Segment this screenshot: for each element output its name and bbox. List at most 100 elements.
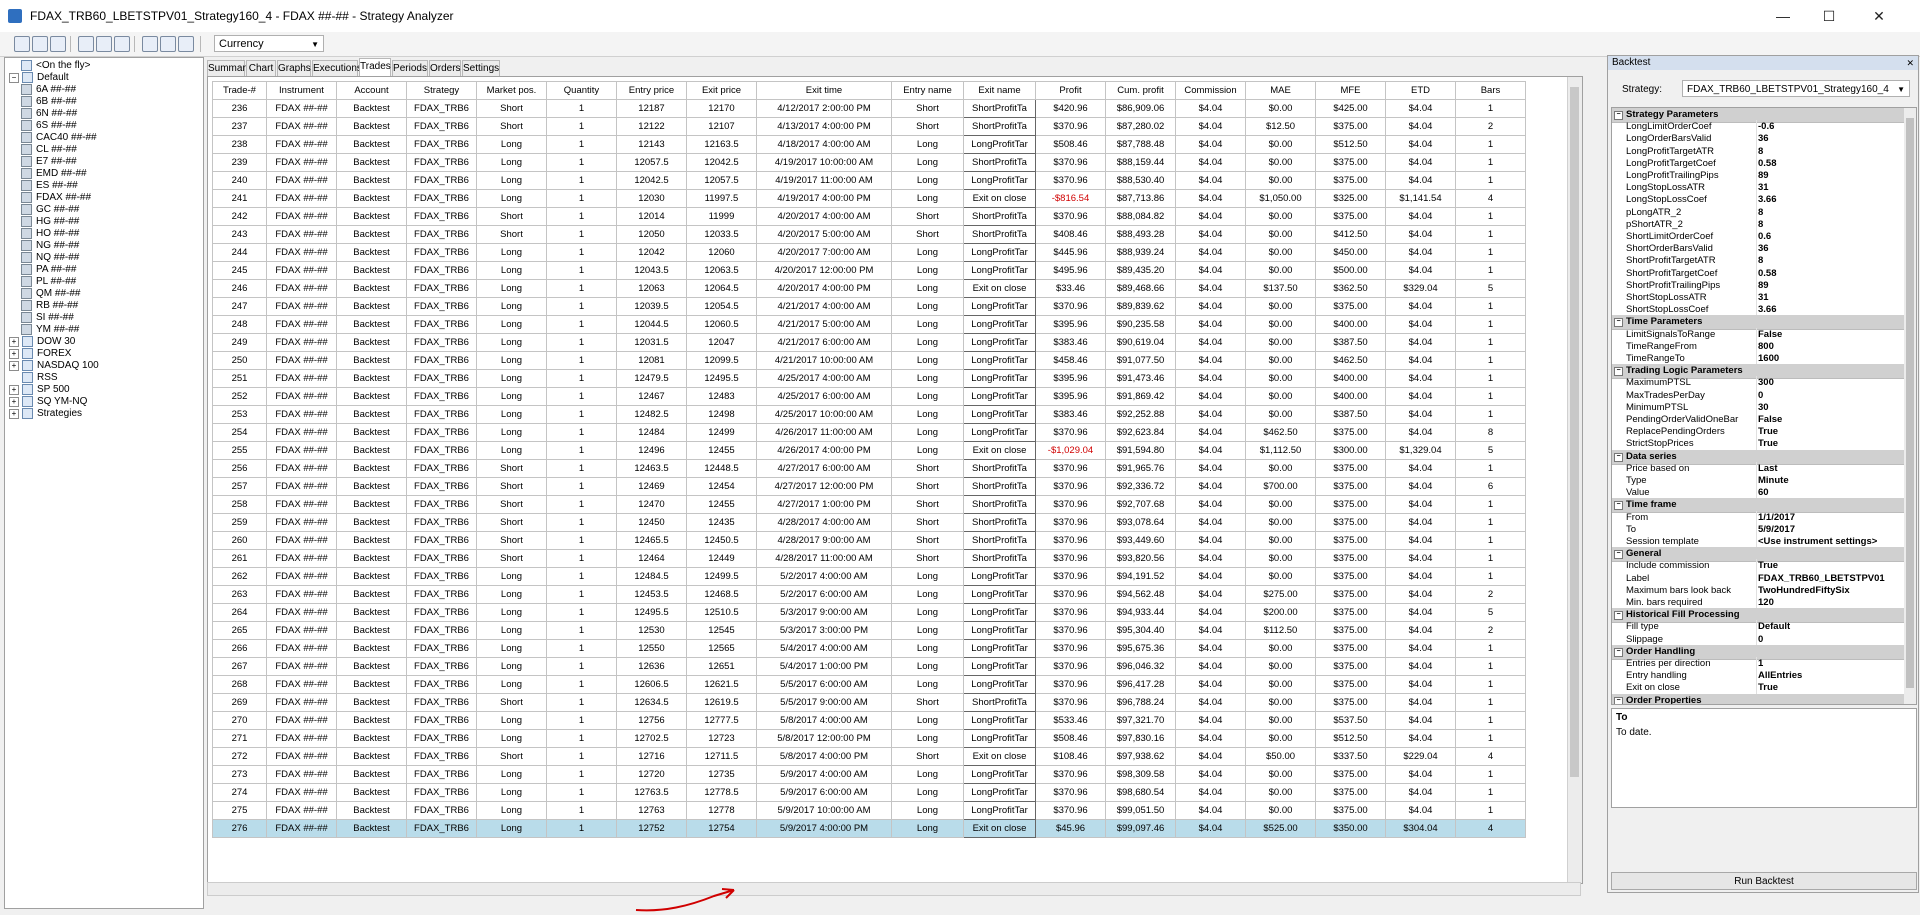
expand-icon[interactable]: + [9,360,19,371]
tree-item[interactable]: SI ##-## [21,312,74,324]
tree-item[interactable]: HO ##-## [21,228,79,240]
tree-item[interactable]: 6B ##-## [21,96,77,108]
tree-item[interactable]: YM ##-## [21,324,79,336]
table-row[interactable]: 262 FDAX ##-## Backtest FDAX_TRB6 Long 1 12484… [212,567,1526,586]
column-header[interactable]: Strategy [406,81,477,100]
tab-graphs[interactable]: Graphs [277,60,311,76]
optimize-icon[interactable] [96,36,112,52]
collapse-icon[interactable]: − [1614,452,1623,462]
table-row[interactable]: 265 FDAX ##-## Backtest FDAX_TRB6 Long 1 12530… [212,621,1526,640]
table-row[interactable]: 256 FDAX ##-## Backtest FDAX_TRB6 Short 1 1246… [212,459,1526,478]
tab-executions[interactable]: Executions [312,60,362,76]
table-row[interactable]: 270 FDAX ##-## Backtest FDAX_TRB6 Long 1 12756… [212,711,1526,730]
collapse-icon[interactable]: − [1614,611,1623,621]
column-header[interactable]: Entry price [616,81,687,100]
save-icon[interactable] [32,36,48,52]
table-row[interactable]: 252 FDAX ##-## Backtest FDAX_TRB6 Long 1 12467… [212,387,1526,406]
tree-item[interactable]: HG ##-## [21,216,79,228]
collapse-icon[interactable]: − [1614,550,1623,560]
tree-item[interactable]: + DOW 30 [9,336,75,348]
column-header[interactable]: ETD [1385,81,1456,100]
tree-item[interactable]: + Strategies [9,408,82,420]
tree-item[interactable]: QM ##-## [21,288,80,300]
refresh-icon[interactable] [160,36,176,52]
table-row[interactable]: 273 FDAX ##-## Backtest FDAX_TRB6 Long 1 12720… [212,765,1526,784]
table-row[interactable]: 261 FDAX ##-## Backtest FDAX_TRB6 Short 1 1246… [212,549,1526,568]
column-header[interactable]: Exit price [686,81,757,100]
table-row[interactable]: 244 FDAX ##-## Backtest FDAX_TRB6 Long 1 12042… [212,243,1526,262]
scrollbar-thumb[interactable] [1570,87,1579,777]
strategy-select[interactable]: FDAX_TRB60_LBETSTPV01_Strategy160_4 ▼ [1682,80,1910,97]
table-row[interactable]: 241 FDAX ##-## Backtest FDAX_TRB6 Long 1 12030… [212,189,1526,208]
tab-chart[interactable]: Chart [246,60,276,76]
tree-item[interactable]: RSS [9,372,58,384]
tree-item[interactable]: E7 ##-## [21,156,77,168]
close-panel-icon[interactable]: ✕ [1906,56,1914,70]
table-row[interactable]: 240 FDAX ##-## Backtest FDAX_TRB6 Long 1 12042… [212,171,1526,190]
tab-orders[interactable]: Orders [429,60,461,76]
table-row[interactable]: 236 FDAX ##-## Backtest FDAX_TRB6 Short 1 1218… [212,99,1526,118]
column-header[interactable]: Bars [1455,81,1526,100]
column-header[interactable]: Instrument [266,81,337,100]
collapse-icon[interactable]: − [1614,367,1623,377]
column-header[interactable]: Exit name [963,81,1036,100]
column-header[interactable]: Cum. profit [1105,81,1176,100]
table-row[interactable]: 247 FDAX ##-## Backtest FDAX_TRB6 Long 1 12039… [212,297,1526,316]
walk-forward-icon[interactable] [114,36,130,52]
tree-item[interactable]: + NASDAQ 100 [9,360,99,372]
table-row[interactable]: 254 FDAX ##-## Backtest FDAX_TRB6 Long 1 12484… [212,423,1526,442]
run-backtest-button[interactable]: Run Backtest [1611,872,1917,890]
table-row[interactable]: 274 FDAX ##-## Backtest FDAX_TRB6 Long 1 12763… [212,783,1526,802]
column-header[interactable]: Quantity [546,81,617,100]
maximize-button[interactable]: ☐ [1806,4,1852,28]
table-row[interactable]: 251 FDAX ##-## Backtest FDAX_TRB6 Long 1 12479… [212,369,1526,388]
tree-item[interactable]: RB ##-## [21,300,78,312]
tab-trades[interactable]: Trades [359,58,391,76]
property-scrollbar[interactable] [1904,108,1916,704]
tree-item[interactable]: EMD ##-## [21,168,87,180]
column-header[interactable]: Commission [1175,81,1246,100]
tree-item[interactable]: FDAX ##-## [21,192,91,204]
tree-item[interactable]: − Default [9,72,69,84]
table-row[interactable]: 268 FDAX ##-## Backtest FDAX_TRB6 Long 1 12606… [212,675,1526,694]
properties-icon[interactable] [50,36,66,52]
table-row[interactable]: 266 FDAX ##-## Backtest FDAX_TRB6 Long 1 12550… [212,639,1526,658]
table-row[interactable]: 237 FDAX ##-## Backtest FDAX_TRB6 Short 1 1212… [212,117,1526,136]
collapse-icon[interactable]: − [9,72,19,83]
tree-item[interactable]: NG ##-## [21,240,79,252]
table-row[interactable]: 245 FDAX ##-## Backtest FDAX_TRB6 Long 1 12043… [212,261,1526,280]
expand-icon[interactable]: + [9,348,19,359]
tree-item[interactable]: 6A ##-## [21,84,76,96]
table-row[interactable]: 271 FDAX ##-## Backtest FDAX_TRB6 Long 1 12702… [212,729,1526,748]
tree-item[interactable]: PA ##-## [21,264,76,276]
tree-item[interactable]: NQ ##-## [21,252,79,264]
open-icon[interactable] [14,36,30,52]
table-row[interactable]: 257 FDAX ##-## Backtest FDAX_TRB6 Short 1 1246… [212,477,1526,496]
currency-select[interactable]: Currency ▼ [214,35,324,52]
table-row[interactable]: 242 FDAX ##-## Backtest FDAX_TRB6 Short 1 1201… [212,207,1526,226]
tab-periods[interactable]: Periods [392,60,428,76]
column-header[interactable]: Market pos. [476,81,547,100]
table-row[interactable]: 260 FDAX ##-## Backtest FDAX_TRB6 Short 1 1246… [212,531,1526,550]
tab-summary[interactable]: Summary [207,60,251,76]
grid-horizontal-scrollbar[interactable] [207,882,1581,896]
expand-icon[interactable]: + [9,408,19,419]
tree-item[interactable]: ES ##-## [21,180,78,192]
close-button[interactable]: ✕ [1856,4,1902,28]
column-header[interactable]: MFE [1315,81,1386,100]
table-row[interactable]: 259 FDAX ##-## Backtest FDAX_TRB6 Short 1 1245… [212,513,1526,532]
table-row[interactable]: 249 FDAX ##-## Backtest FDAX_TRB6 Long 1 12031… [212,333,1526,352]
table-row[interactable]: 239 FDAX ##-## Backtest FDAX_TRB6 Long 1 12057… [212,153,1526,172]
add-icon[interactable] [142,36,158,52]
expand-icon[interactable]: + [9,336,19,347]
backtest-icon[interactable] [78,36,94,52]
minimize-button[interactable]: — [1760,4,1806,28]
table-row[interactable]: 272 FDAX ##-## Backtest FDAX_TRB6 Short 1 1271… [212,747,1526,766]
column-header[interactable]: Trade-# [212,81,267,100]
collapse-icon[interactable]: − [1614,501,1623,511]
tree-item[interactable]: + FOREX [9,348,71,360]
collapse-icon[interactable]: − [1614,318,1623,328]
table-row[interactable]: 253 FDAX ##-## Backtest FDAX_TRB6 Long 1 12482… [212,405,1526,424]
table-row[interactable]: 250 FDAX ##-## Backtest FDAX_TRB6 Long 1 12081… [212,351,1526,370]
scrollbar-thumb[interactable] [1906,118,1914,688]
